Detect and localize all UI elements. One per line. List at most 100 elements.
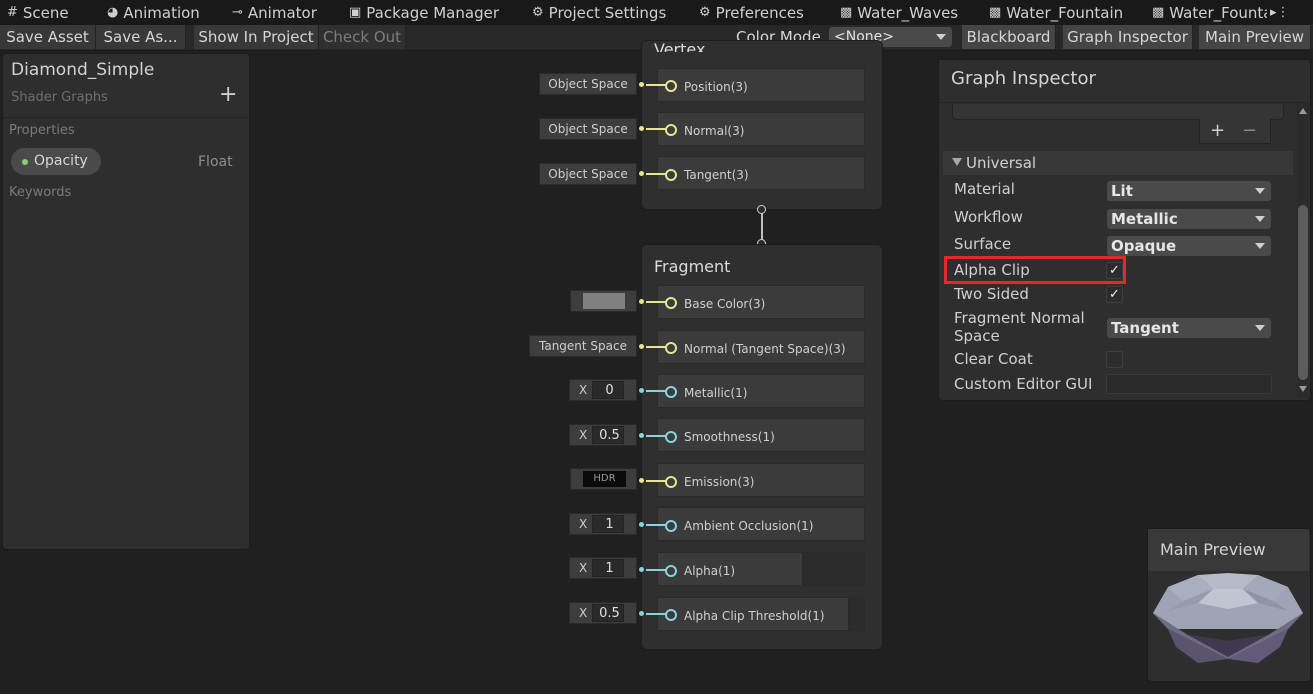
inspector-scroll-thumb[interactable]	[1298, 205, 1308, 380]
two-sided-label: Two Sided	[954, 285, 1029, 303]
blackboard-subtitle: Shader Graphs	[11, 90, 108, 105]
vertex-slot-normal[interactable]: Normal(3)	[657, 112, 865, 146]
tab-project-settings[interactable]: ⚙ Project Settings	[532, 0, 672, 25]
vertex-slot-position[interactable]: Position(3)	[657, 68, 865, 102]
surface-dropdown[interactable]: Opaque	[1107, 236, 1271, 256]
wire-dot	[639, 388, 644, 393]
main-preview-toggle-button[interactable]: Main Preview	[1199, 25, 1311, 49]
slot-label: Smoothness(1)	[684, 430, 775, 444]
wire-dot	[639, 171, 644, 176]
fragment-slot-alpha[interactable]: Alpha(1)	[657, 552, 803, 586]
tab-label: Scene	[22, 3, 69, 22]
alpha-value[interactable]: 1	[592, 559, 624, 577]
smoothness-input[interactable]: X 0.5	[569, 424, 637, 446]
tab-water-fountain-2[interactable]: ▩ Water_Founta	[1152, 0, 1267, 25]
chevron-down-icon	[1255, 243, 1265, 249]
wire	[646, 173, 666, 175]
keywords-header: Keywords	[9, 185, 72, 200]
add-target-button[interactable]: +	[1210, 120, 1225, 141]
save-as-button[interactable]: Save As...	[96, 25, 186, 49]
wire	[646, 613, 666, 615]
smoothness-value[interactable]: 0.5	[592, 426, 624, 444]
input-port[interactable]	[665, 386, 677, 398]
fragment-slot-alpha-clip-threshold[interactable]: Alpha Clip Threshold(1)	[657, 597, 849, 631]
wire	[646, 480, 666, 482]
tab-preferences[interactable]: ⚙ Preferences	[699, 0, 814, 25]
input-port[interactable]	[665, 342, 677, 354]
metallic-value[interactable]: 0	[592, 381, 624, 399]
surface-label: Surface	[954, 235, 1012, 253]
fragment-slot-emission[interactable]: Emission(3)	[657, 463, 865, 497]
alpha-clip-threshold-input[interactable]: X 0.5	[569, 602, 637, 624]
ambient-occlusion-value[interactable]: 1	[592, 515, 624, 533]
alpha-clip-threshold-value[interactable]: 0.5	[592, 604, 624, 622]
normal-space-input[interactable]: Object Space	[539, 118, 637, 140]
metallic-input[interactable]: X 0	[569, 379, 637, 401]
input-port[interactable]	[665, 169, 677, 181]
input-port[interactable]	[665, 476, 677, 488]
blackboard-title[interactable]: Diamond_Simple	[11, 60, 154, 80]
wire-dot	[639, 82, 644, 87]
scroll-down-icon[interactable]	[1299, 386, 1307, 392]
shadergraph-icon: ▩	[840, 5, 853, 20]
fragment-normal-space-value: Tangent	[1111, 319, 1179, 337]
material-value: Lit	[1111, 182, 1133, 200]
fragment-slot-metallic[interactable]: Metallic(1)	[657, 374, 865, 408]
tab-scene[interactable]: # Scene	[7, 0, 77, 25]
slot-label: Alpha(1)	[684, 564, 736, 578]
tab-animator[interactable]: ⊸ Animator	[232, 0, 322, 25]
fragment-normal-space-label-2: Space	[954, 327, 1000, 345]
tab-label: Water_Waves	[857, 3, 959, 22]
tab-water-fountain[interactable]: ▩ Water_Fountain	[989, 0, 1124, 25]
fragment-slot-smoothness[interactable]: Smoothness(1)	[657, 418, 865, 452]
vertex-slot-tangent[interactable]: Tangent(3)	[657, 156, 865, 190]
tab-label: Animation	[123, 3, 200, 22]
clear-coat-checkbox[interactable]	[1106, 351, 1123, 368]
fragment-slot-base-color[interactable]: Base Color(3)	[657, 285, 865, 319]
base-color-input[interactable]	[570, 290, 637, 312]
alpha-input[interactable]: X 1	[569, 557, 637, 579]
input-port[interactable]	[665, 124, 677, 136]
emission-input[interactable]: HDR	[570, 468, 637, 490]
slot-label: Tangent(3)	[684, 168, 749, 182]
property-pill-opacity[interactable]: Opacity	[11, 148, 101, 175]
save-asset-button[interactable]: Save Asset	[0, 25, 96, 49]
input-port[interactable]	[665, 80, 677, 92]
diamond-preview-mesh[interactable]	[1148, 571, 1308, 679]
fragment-normal-space-dropdown[interactable]: Tangent	[1107, 318, 1271, 338]
package-icon: ▣	[349, 5, 362, 20]
surface-value: Opaque	[1111, 237, 1177, 255]
normal-space-input[interactable]: Tangent Space	[529, 335, 637, 357]
wire-dot	[639, 299, 644, 304]
show-in-project-button[interactable]: Show In Project	[194, 25, 319, 49]
fragment-slot-normal[interactable]: Normal (Tangent Space)(3)	[657, 330, 865, 364]
scroll-up-icon[interactable]	[1299, 108, 1307, 114]
fragment-slot-ambient-occlusion[interactable]: Ambient Occlusion(1)	[657, 507, 865, 541]
input-port[interactable]	[665, 431, 677, 443]
blackboard-toggle-button[interactable]: Blackboard	[962, 25, 1056, 49]
input-port[interactable]	[665, 520, 677, 532]
input-port[interactable]	[665, 609, 677, 621]
tangent-space-input[interactable]: Object Space	[539, 163, 637, 185]
ambient-occlusion-input[interactable]: X 1	[569, 513, 637, 535]
tab-package-manager[interactable]: ▣ Package Manager	[349, 0, 509, 25]
material-label: Material	[954, 180, 1015, 198]
input-port[interactable]	[665, 565, 677, 577]
position-space-input[interactable]: Object Space	[539, 73, 637, 95]
input-port[interactable]	[665, 297, 677, 309]
graph-inspector-toggle-button[interactable]: Graph Inspector	[1063, 25, 1193, 49]
tab-animation[interactable]: ◕ Animation	[107, 0, 207, 25]
two-sided-checkbox[interactable]: ✓	[1106, 286, 1123, 303]
shadergraph-icon: ▩	[989, 5, 1002, 20]
remove-target-button[interactable]: −	[1242, 120, 1257, 141]
tab-water-waves[interactable]: ▩ Water_Waves	[840, 0, 960, 25]
add-property-button[interactable]: +	[219, 82, 237, 107]
check-out-button[interactable]: Check Out	[319, 25, 406, 49]
slot-label: Position(3)	[684, 80, 748, 94]
foldout-arrow-icon[interactable]	[952, 158, 962, 166]
material-dropdown[interactable]: Lit	[1107, 181, 1271, 201]
custom-editor-gui-field[interactable]	[1106, 374, 1272, 394]
alpha-clip-highlight-box	[944, 256, 1126, 284]
workflow-dropdown[interactable]: Metallic	[1107, 209, 1271, 229]
tab-overflow-menu[interactable]: ▸⋮	[1270, 0, 1310, 25]
